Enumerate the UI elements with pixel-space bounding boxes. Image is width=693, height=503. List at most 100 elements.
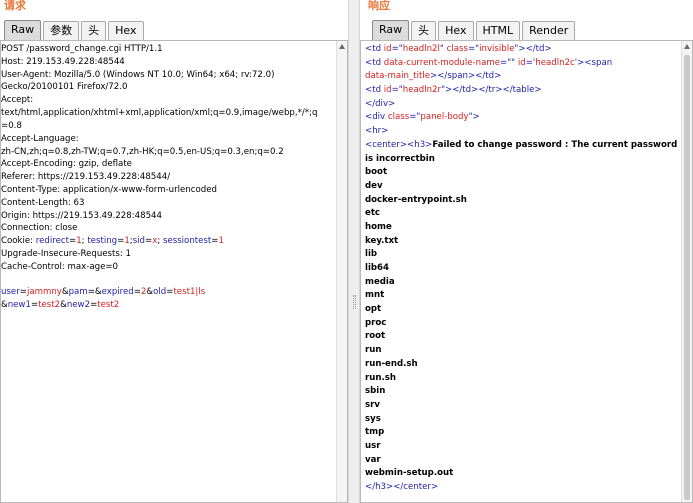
response-token: home xyxy=(365,221,392,232)
request-token: Cache-Control: max-age=0 xyxy=(1,261,119,272)
response-line: run-end.sh xyxy=(365,358,680,372)
response-token: id xyxy=(517,57,526,68)
response-token: ></span></td> xyxy=(430,71,502,82)
request-token: Connection: close xyxy=(1,223,78,234)
response-line: <td id="headln2l" class="invisible"></td… xyxy=(365,43,680,57)
request-line: Cookie: redirect=1; testing=1;sid=x; ses… xyxy=(1,235,335,248)
response-tab[interactable]: Render xyxy=(522,21,576,40)
response-token: is incorrectbin xyxy=(365,153,435,164)
response-token: headln2l xyxy=(402,44,440,54)
request-token: Upgrade-Insecure-Requests: 1 xyxy=(1,249,131,259)
request-line: User-Agent: Mozilla/5.0 (Windows NT 10.0… xyxy=(1,69,335,82)
response-token: root xyxy=(365,331,386,342)
request-token: test2 xyxy=(38,300,61,311)
response-line: </h3></center> xyxy=(365,481,680,495)
response-token: headln2r xyxy=(402,85,442,96)
request-line: zh-CN,zh;q=0.8,zh-TW;q=0.7,zh-HK;q=0.5,e… xyxy=(1,146,335,159)
response-token: <td xyxy=(365,85,384,96)
response-line: var xyxy=(365,454,680,468)
request-tab[interactable]: Raw xyxy=(4,20,42,40)
response-pane-title: 响应 xyxy=(368,0,390,12)
response-scroll-thumb[interactable] xyxy=(684,55,690,500)
request-scrollbar[interactable] xyxy=(336,41,347,502)
response-lines: <td id="headln2l" class="invisible"></td… xyxy=(365,43,680,495)
response-token: lib64 xyxy=(365,263,390,273)
request-tab[interactable]: Hex xyxy=(108,21,144,40)
response-tab[interactable]: HTML xyxy=(475,21,521,40)
request-tab[interactable]: 头 xyxy=(81,21,107,40)
response-line: proc xyxy=(365,317,680,331)
response-token: "></td></tr></table> xyxy=(441,85,542,96)
response-line: usr xyxy=(365,440,680,454)
request-token: expired xyxy=(101,287,134,298)
response-line: boot xyxy=(365,166,680,180)
request-token: testing xyxy=(87,236,118,247)
request-raw-editor[interactable]: POST /password_change.cgi HTTP/1.1 Host: … xyxy=(0,40,348,503)
response-line: run.sh xyxy=(365,372,680,386)
request-line: Connection: close xyxy=(1,222,335,235)
request-line: Content-Length: 63 xyxy=(1,197,335,210)
response-line: mnt xyxy=(365,289,680,303)
response-token: id xyxy=(383,85,392,96)
request-token: Cookie: xyxy=(1,236,36,247)
response-token: "> xyxy=(468,112,480,123)
request-pane-title: 请求 xyxy=(4,0,26,12)
response-token: tmp xyxy=(365,427,385,438)
response-token: </div> xyxy=(365,98,396,109)
request-line: Origin: https://219.153.49.228:48544 xyxy=(1,210,335,223)
response-line: srv xyxy=(365,399,680,413)
response-token: sys xyxy=(365,413,381,424)
response-token: '><span xyxy=(574,57,613,68)
response-token: usr xyxy=(365,440,381,451)
request-pane: 请求 Raw 参数 头 Hex POST /password_change.cg… xyxy=(0,0,348,503)
request-line: Upgrade-Insecure-Requests: 1 xyxy=(1,248,335,261)
scroll-up-arrow-icon[interactable] xyxy=(684,44,690,49)
response-line: <center><h3>Failed to change password : … xyxy=(365,139,680,153)
pane-splitter[interactable] xyxy=(348,0,360,503)
request-tab[interactable]: 参数 xyxy=(43,21,80,40)
response-line: <td data-current-module-name="" id='head… xyxy=(365,57,680,71)
response-token: run-end.sh xyxy=(365,358,418,369)
response-tab[interactable]: Raw xyxy=(372,20,410,40)
response-raw-editor[interactable]: <td id="headln2l" class="invisible"></td… xyxy=(360,40,693,503)
response-line: run xyxy=(365,344,680,358)
request-token: User-Agent: Mozilla/5.0 (Windows NT 10.0… xyxy=(1,69,275,80)
response-token: docker-entrypoint.sh xyxy=(365,194,467,205)
request-token: old xyxy=(153,287,167,298)
response-token: <hr> xyxy=(365,126,389,137)
request-line: Cache-Control: max-age=0 xyxy=(1,261,335,274)
request-token: =0.8 xyxy=(1,120,22,131)
response-token: etc xyxy=(365,208,381,219)
response-token: =" xyxy=(391,85,403,96)
response-token: <div xyxy=(365,112,388,123)
response-token: data-main_title xyxy=(365,71,431,82)
response-line: sys xyxy=(365,413,680,427)
response-line: </div> xyxy=(365,98,680,112)
splitter-grip-icon[interactable] xyxy=(353,295,356,309)
response-token: <center><h3> xyxy=(365,139,433,150)
response-token: headln2c xyxy=(535,57,575,68)
request-line: POST /password_change.cgi HTTP/1.1 xyxy=(1,43,335,56)
request-line: =0.8 xyxy=(1,120,335,133)
request-token: new1 xyxy=(7,300,31,311)
response-scrollbar[interactable] xyxy=(681,41,692,502)
response-tab[interactable]: Hex xyxy=(438,21,474,40)
response-tab[interactable]: 头 xyxy=(411,21,437,40)
request-line: Content-Type: application/x-www-form-url… xyxy=(1,184,335,197)
response-line: data-main_title></span></td> xyxy=(365,70,680,84)
response-line: key.txt xyxy=(365,235,680,249)
request-token: pam xyxy=(68,287,88,298)
request-line: Accept-Encoding: gzip, deflate xyxy=(1,158,335,171)
response-line: lib64 xyxy=(365,262,680,276)
response-line: home xyxy=(365,221,680,235)
request-token: Accept: xyxy=(1,95,34,106)
request-token: & xyxy=(1,300,8,311)
response-token: opt xyxy=(365,304,382,315)
response-line: tmp xyxy=(365,426,680,440)
response-line: is incorrectbin xyxy=(365,153,680,167)
request-tab-strip: Raw 参数 头 Hex xyxy=(4,18,146,40)
response-token: var xyxy=(365,454,381,465)
response-line: dev xyxy=(365,180,680,194)
response-line: <td id="headln2r"></td></tr></table> xyxy=(365,84,680,98)
scroll-up-arrow-icon[interactable] xyxy=(339,44,345,49)
